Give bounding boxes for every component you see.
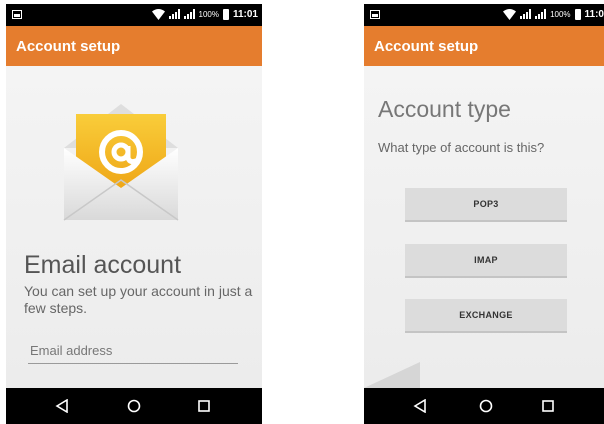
exchange-button[interactable]: EXCHANGE — [405, 299, 567, 333]
email-account-heading: Email account — [24, 251, 182, 279]
back-button[interactable] — [408, 394, 432, 418]
email-setup-content: Email account You can set up your accoun… — [6, 66, 262, 388]
notification-icon — [370, 10, 380, 19]
signal-icon — [183, 9, 195, 19]
navigation-bar — [6, 388, 262, 424]
wifi-icon — [503, 9, 517, 20]
battery-icon — [574, 8, 581, 20]
app-bar-title: Account setup — [374, 38, 479, 55]
account-type-heading: Account type — [378, 96, 511, 122]
status-bar: 100% 11:01 — [6, 4, 262, 26]
app-bar: Account setup — [6, 26, 262, 66]
home-button[interactable] — [122, 394, 146, 418]
account-type-content: Account type What type of account is thi… — [364, 66, 604, 388]
recents-icon — [198, 400, 210, 412]
recents-icon — [542, 400, 554, 412]
battery-icon — [222, 8, 229, 20]
home-icon — [127, 399, 141, 413]
home-icon — [479, 399, 493, 413]
account-type-question: What type of account is this? — [378, 140, 545, 155]
home-button[interactable] — [474, 394, 498, 418]
status-bar: 100% 11:0 — [364, 4, 604, 26]
pop3-button[interactable]: POP3 — [405, 188, 567, 222]
decorative-shape — [364, 362, 420, 388]
email-envelope-icon — [63, 104, 179, 221]
app-bar: Account setup — [364, 26, 604, 66]
recents-button[interactable] — [536, 394, 560, 418]
notification-icon — [12, 10, 22, 19]
left-phone-screen: 100% 11:01 Account setup Email account Y… — [6, 4, 262, 424]
signal-icon — [168, 9, 180, 19]
clock: 11:01 — [232, 8, 258, 20]
navigation-bar — [364, 388, 604, 424]
app-bar-title: Account setup — [16, 38, 121, 55]
email-address-input[interactable] — [28, 338, 238, 364]
battery-percent: 100% — [198, 9, 219, 19]
recents-button[interactable] — [192, 394, 216, 418]
wifi-icon — [151, 9, 165, 20]
back-icon — [55, 399, 68, 413]
imap-button[interactable]: IMAP — [405, 244, 567, 278]
battery-percent: 100% — [550, 9, 571, 19]
clock: 11:0 — [584, 8, 604, 20]
signal-icon — [535, 9, 547, 19]
signal-icon — [520, 9, 532, 19]
email-account-description: You can set up your account in just a fe… — [24, 283, 253, 316]
back-button[interactable] — [50, 394, 74, 418]
back-icon — [413, 399, 426, 413]
right-phone-screen: 100% 11:0 Account setup Account type Wha… — [364, 4, 604, 424]
